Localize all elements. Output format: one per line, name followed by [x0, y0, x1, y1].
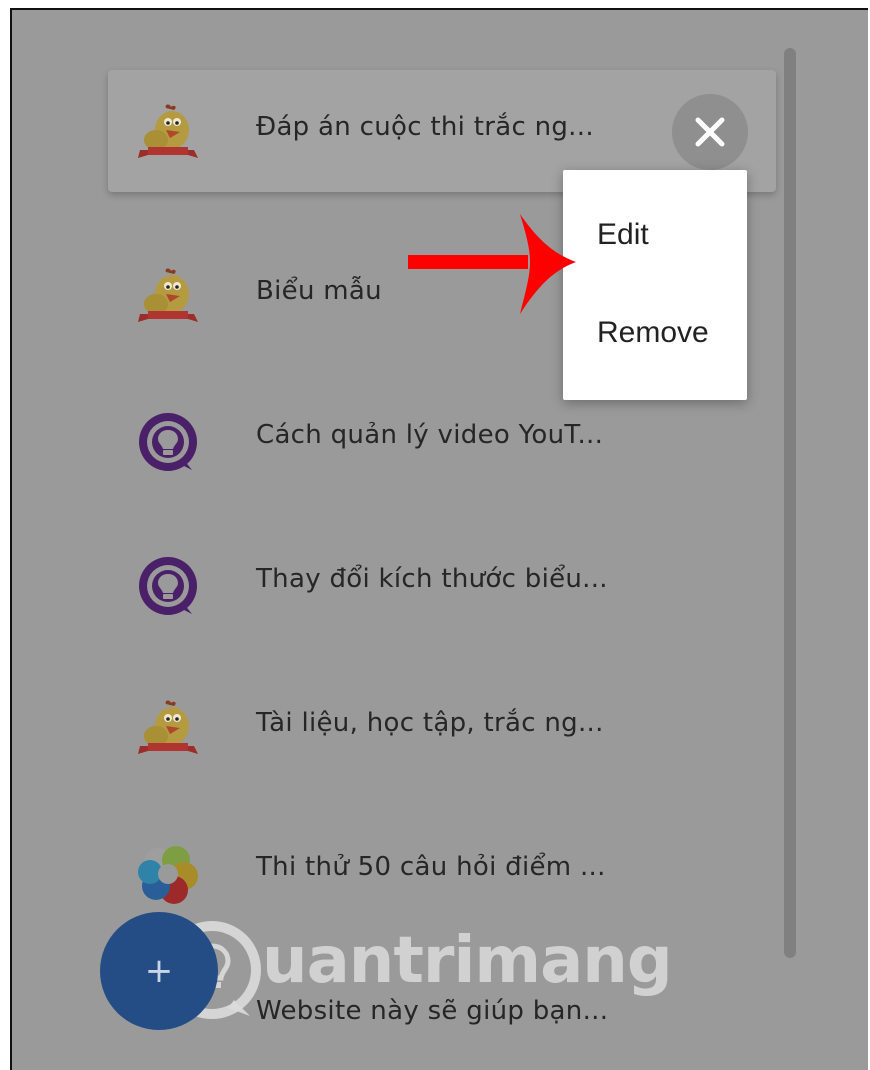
list-item-label: Biểu mẫu [256, 276, 382, 306]
list-item-label: Cách quản lý video YouT... [256, 420, 604, 450]
chicken-logo-icon [136, 698, 200, 762]
list-item[interactable]: Tài liệu, học tập, trắc ng... [108, 666, 776, 788]
context-menu: Edit Remove [563, 170, 747, 400]
list-item-label: Đáp án cuộc thi trắc ng... [256, 112, 594, 142]
list-item-label: Thi thử 50 câu hỏi điểm ... [256, 852, 606, 882]
remove-menu-item[interactable]: Remove [597, 316, 709, 350]
list-item-label: Website này sẽ giúp bạn... [256, 996, 609, 1026]
lightbulb-logo-icon [136, 554, 200, 618]
edit-menu-item[interactable]: Edit [597, 218, 649, 252]
chicken-logo-icon [136, 102, 200, 166]
app-frame: Đáp án cuộc thi trắc ng... Biểu mẫu Cách… [10, 8, 868, 1070]
scrollbar[interactable] [784, 48, 796, 958]
list-item[interactable]: Thay đổi kích thước biểu... [108, 522, 776, 644]
list-item-label: Tài liệu, học tập, trắc ng... [256, 708, 604, 738]
list-item-label: Thay đổi kích thước biểu... [256, 564, 608, 594]
colorful-pinwheel-icon [136, 842, 200, 906]
list-item[interactable]: Thi thử 50 câu hỏi điểm ... [108, 810, 776, 932]
close-button[interactable] [672, 94, 748, 170]
add-button[interactable]: + [100, 912, 218, 1030]
chicken-logo-icon [136, 266, 200, 330]
lightbulb-logo-icon [136, 410, 200, 474]
close-icon [695, 117, 725, 147]
red-arrow-annotation [408, 214, 576, 314]
